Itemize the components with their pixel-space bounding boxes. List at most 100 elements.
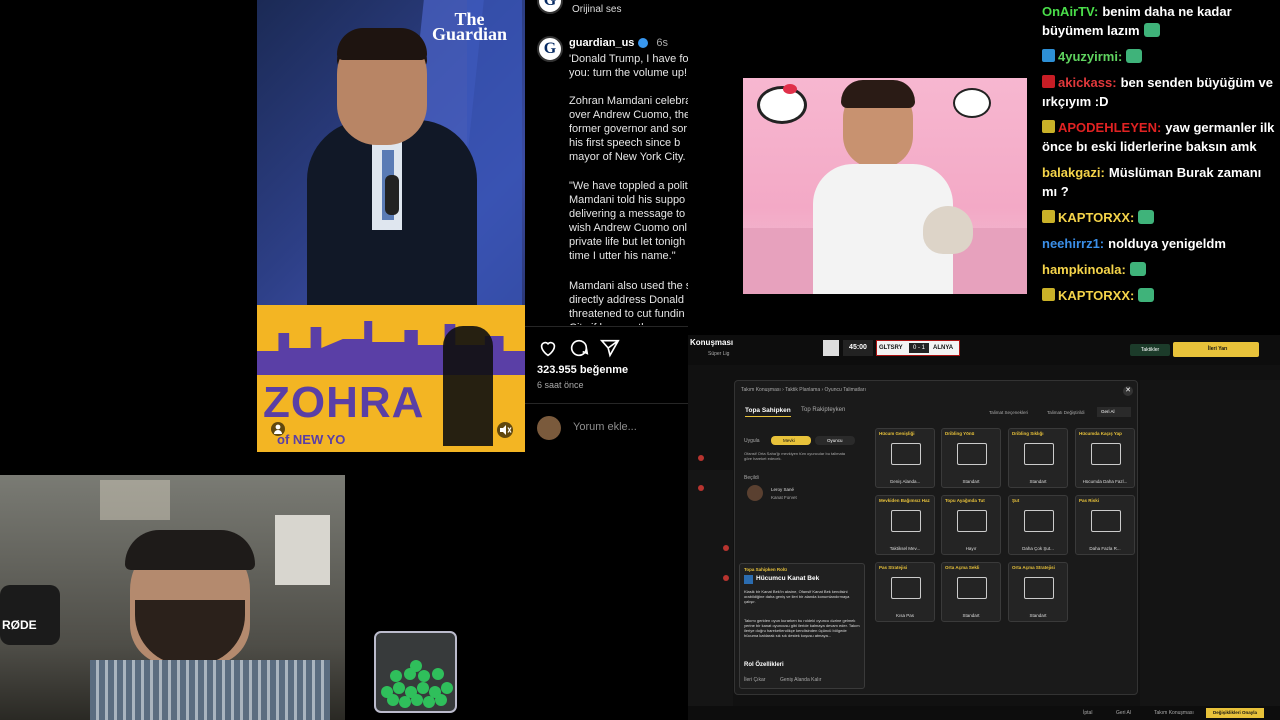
wall-frames [100,480,170,520]
role-name[interactable]: Hücumcu Kanat Bek [756,575,819,582]
audio-label[interactable]: Orijinal ses [572,4,621,15]
away-team: ALNYA [933,345,954,351]
heart-icon[interactable] [537,337,559,359]
chat-username[interactable]: KAPTORXX: [1058,210,1134,225]
avatar[interactable]: G [537,0,563,14]
mute-icon[interactable] [497,422,513,438]
share-icon[interactable] [599,337,621,359]
tab-out-of-possession[interactable]: Top Rakipteyken [801,407,845,413]
match-header: Konuşması Süper Lig 45:00 GLTSRY 0 - 1 A… [688,335,1280,365]
instruction-value: Taktiksel Mev... [889,546,921,551]
chat-username[interactable]: KAPTORXX: [1058,288,1134,303]
chat-message: 4yuzyirmi: [1042,47,1276,66]
confirm-changes-button[interactable]: Değişiklikleri Onayla [1206,708,1264,718]
chat-message: KAPTORXX: [1042,286,1276,305]
chat-username[interactable]: akickass: [1058,75,1117,90]
chat-list: OnAirTV: benim daha ne kadar büyümem lazı… [1040,0,1280,305]
chat-message: KAPTORXX: [1042,208,1276,227]
undo-dropdown[interactable]: Geri Al [1097,407,1131,417]
divider [525,326,688,327]
podium-subtext: of NEW YO [277,432,346,447]
apply-description: Ofansif Orta Saha'ğı mevkiyen tüm oyuncu… [744,451,846,461]
chat-emote-icon [1138,288,1155,302]
instruction-card[interactable]: Dribling Yönü Standart [941,428,1001,488]
tactics-button[interactable]: Taktikler [1130,344,1170,356]
instruction-value: Standart [962,613,980,618]
instruction-diagram-icon [891,510,921,532]
player-marker [723,545,729,551]
comment-icon[interactable] [568,337,590,359]
team-talk-button[interactable]: Takım Konuşması [1154,710,1194,716]
apply-position-toggle[interactable]: Mevki [771,436,811,445]
close-icon[interactable]: ✕ [1123,386,1133,396]
caption-paragraph: "We have toppled a polit Mamdani told hi… [569,180,688,262]
cancel-button[interactable]: İptal [1083,710,1092,716]
player-marker [723,575,729,581]
chat-username[interactable]: APODEHLEYEN: [1058,120,1161,135]
option-changed[interactable]: Talimatı Değiştirildi [1047,410,1085,415]
role-feature: İleri Çıkar [744,677,766,683]
instruction-card[interactable]: Dribling Sıklığı Standart [1008,428,1068,488]
verified-icon [638,38,649,48]
instruction-title: Orta Açma Stratejisi [1012,565,1055,570]
instruction-title: Hücumda Kaçış Yap [1079,431,1122,436]
undo-button[interactable]: Geri Al [1116,710,1131,716]
chat-message: APODEHLEYEN: yaw germanler ilk önce bı es… [1042,118,1276,156]
chat-emote-icon [1143,23,1160,37]
chat-username[interactable]: 4yuzyirmi: [1058,49,1122,64]
bottom-bar: İptal Geri Al Takım Konuşması Değişiklik… [688,706,1280,720]
instruction-card[interactable]: Mevkiden Bağımsız Haz Taktiksel Mev... [875,495,935,555]
chat-username[interactable]: OnAirTV: [1042,4,1098,19]
role-section-title: Topa Sahipken Rolü [744,567,787,572]
option-instruction[interactable]: Talimat Seçenekleri [989,410,1028,415]
instruction-title: Topu Ayağında Tut [945,498,985,503]
tab-in-possession[interactable]: Topa Sahipken [745,407,791,417]
chat-username[interactable]: hampkinoala: [1042,262,1126,277]
chat-username[interactable]: neehirrz1: [1042,236,1104,251]
match-clock: 45:00 [843,340,873,356]
instruction-card[interactable]: Hücum Genişliği Geniş Alanda... [875,428,935,488]
instruction-value: Standart [1029,613,1047,618]
instruction-card[interactable]: Hücumda Kaçış Yap Hücumda Daha Fazl... [1075,428,1135,488]
instruction-diagram-icon [1024,443,1054,465]
speech-video[interactable]: The Guardian ZOHRA of NEW YO [257,0,525,452]
caption-paragraph: 'Donald Trump, I have fo you: turn the v… [569,53,688,79]
score: 0 - 1 [909,343,929,353]
microphone [0,585,60,645]
wall-frame [275,515,330,585]
chat-message: hampkinoala: [1042,260,1276,279]
football-manager-window: Konuşması Süper Lig 45:00 GLTSRY 0 - 1 A… [688,335,1280,720]
instruction-title: Pas Riski [1079,498,1100,503]
instruction-card[interactable]: Pas Riski Daha Fazla R... [1075,495,1135,555]
breadcrumb: Takım Konuşması › Taktik Planlama › Oyun… [741,387,866,393]
instruction-diagram-icon [1024,577,1054,599]
instruction-card[interactable]: Orta Açma Sekli Standart [941,562,1001,622]
audience-silhouette [443,326,493,446]
comment-input[interactable]: Yorum ekle... [573,421,637,433]
squad-list-backdrop [1140,380,1280,710]
caption-paragraph: Zohran Mamdani celebra over Andrew Cuomo… [569,95,688,163]
instruction-card[interactable]: Orta Açma Stratejisi Standart [1008,562,1068,622]
user-tag-icon[interactable] [271,422,285,436]
hello-kitty-photo [743,78,1027,294]
avatar[interactable]: G [537,36,563,62]
chat-username[interactable]: balakgazi: [1042,165,1105,180]
chat-badge-icon [1042,210,1055,223]
chat-badge-icon [1042,49,1055,62]
next-half-button[interactable]: İleri Yarı [1173,342,1259,357]
like-count[interactable]: 323.955 beğenme [537,364,628,376]
pitch-backdrop [688,470,733,720]
live-chat: OnAirTV: benim daha ne kadar büyümem lazı… [1040,0,1280,335]
username[interactable]: guardian_us [569,37,634,49]
instruction-title: Dribling Sıklığı [1012,431,1044,436]
instruction-card[interactable]: Pas Stratejisi Kısa Pas [875,562,935,622]
instruction-value: Hücumda Daha Fazl... [1082,479,1128,484]
instruction-title: Pas Stratejisi [879,565,908,570]
league-label: Süper Lig [708,351,730,357]
role-features-title: Rol Özellikleri [744,662,784,668]
apply-player-toggle[interactable]: Oyuncu [815,436,855,445]
instruction-card[interactable]: Şut Daha Çok Şut... [1008,495,1068,555]
instruction-card[interactable]: Topu Ayağında Tut Hayır [941,495,1001,555]
kitty-bow [783,84,797,94]
player-name[interactable]: Leroy Sané [771,487,794,492]
